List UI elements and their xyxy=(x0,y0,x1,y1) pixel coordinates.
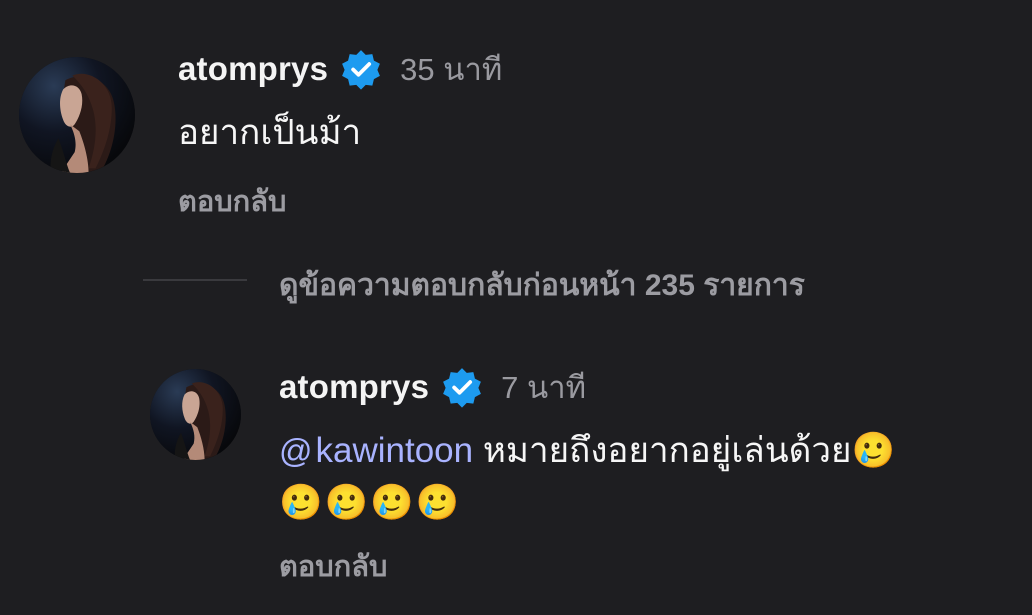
comment-header: atomprys 35 นาที xyxy=(178,46,502,92)
reply-button[interactable]: ตอบกลับ xyxy=(279,543,387,589)
comment-text: อยากเป็นม้า xyxy=(178,113,362,152)
thread-divider xyxy=(143,279,247,281)
threads-at-icon: @ xyxy=(279,432,313,469)
profile-photo xyxy=(19,57,135,173)
avatar[interactable] xyxy=(150,369,241,460)
mention-username: kawintoon xyxy=(315,431,474,470)
view-previous-replies-button[interactable]: ดูข้อความตอบกลับก่อนหน้า 235 รายการ xyxy=(279,262,805,309)
reply-button[interactable]: ตอบกลับ xyxy=(178,178,286,224)
verified-badge-icon xyxy=(441,366,483,408)
timestamp: 35 นาที xyxy=(400,52,503,87)
profile-photo xyxy=(150,369,241,460)
emoji-line: 🥲🥲🥲🥲 xyxy=(279,483,462,522)
username[interactable]: atomprys xyxy=(178,50,328,88)
comment-text: @kawintoon หมายถึงอยากอยู่เล่นด้วย🥲 🥲🥲🥲🥲 xyxy=(279,425,895,529)
username[interactable]: atomprys xyxy=(279,368,429,406)
mention-link[interactable]: @kawintoon xyxy=(279,431,473,470)
comment-header: atomprys 7 นาที xyxy=(279,364,586,410)
timestamp: 7 นาที xyxy=(501,370,587,405)
comment-text-line: @kawintoon หมายถึงอยากอยู่เล่นด้วย🥲 xyxy=(279,425,895,477)
avatar[interactable] xyxy=(19,57,135,173)
verified-badge-icon xyxy=(340,48,382,90)
comment-body: หมายถึงอยากอยู่เล่นด้วย🥲 xyxy=(473,431,896,470)
